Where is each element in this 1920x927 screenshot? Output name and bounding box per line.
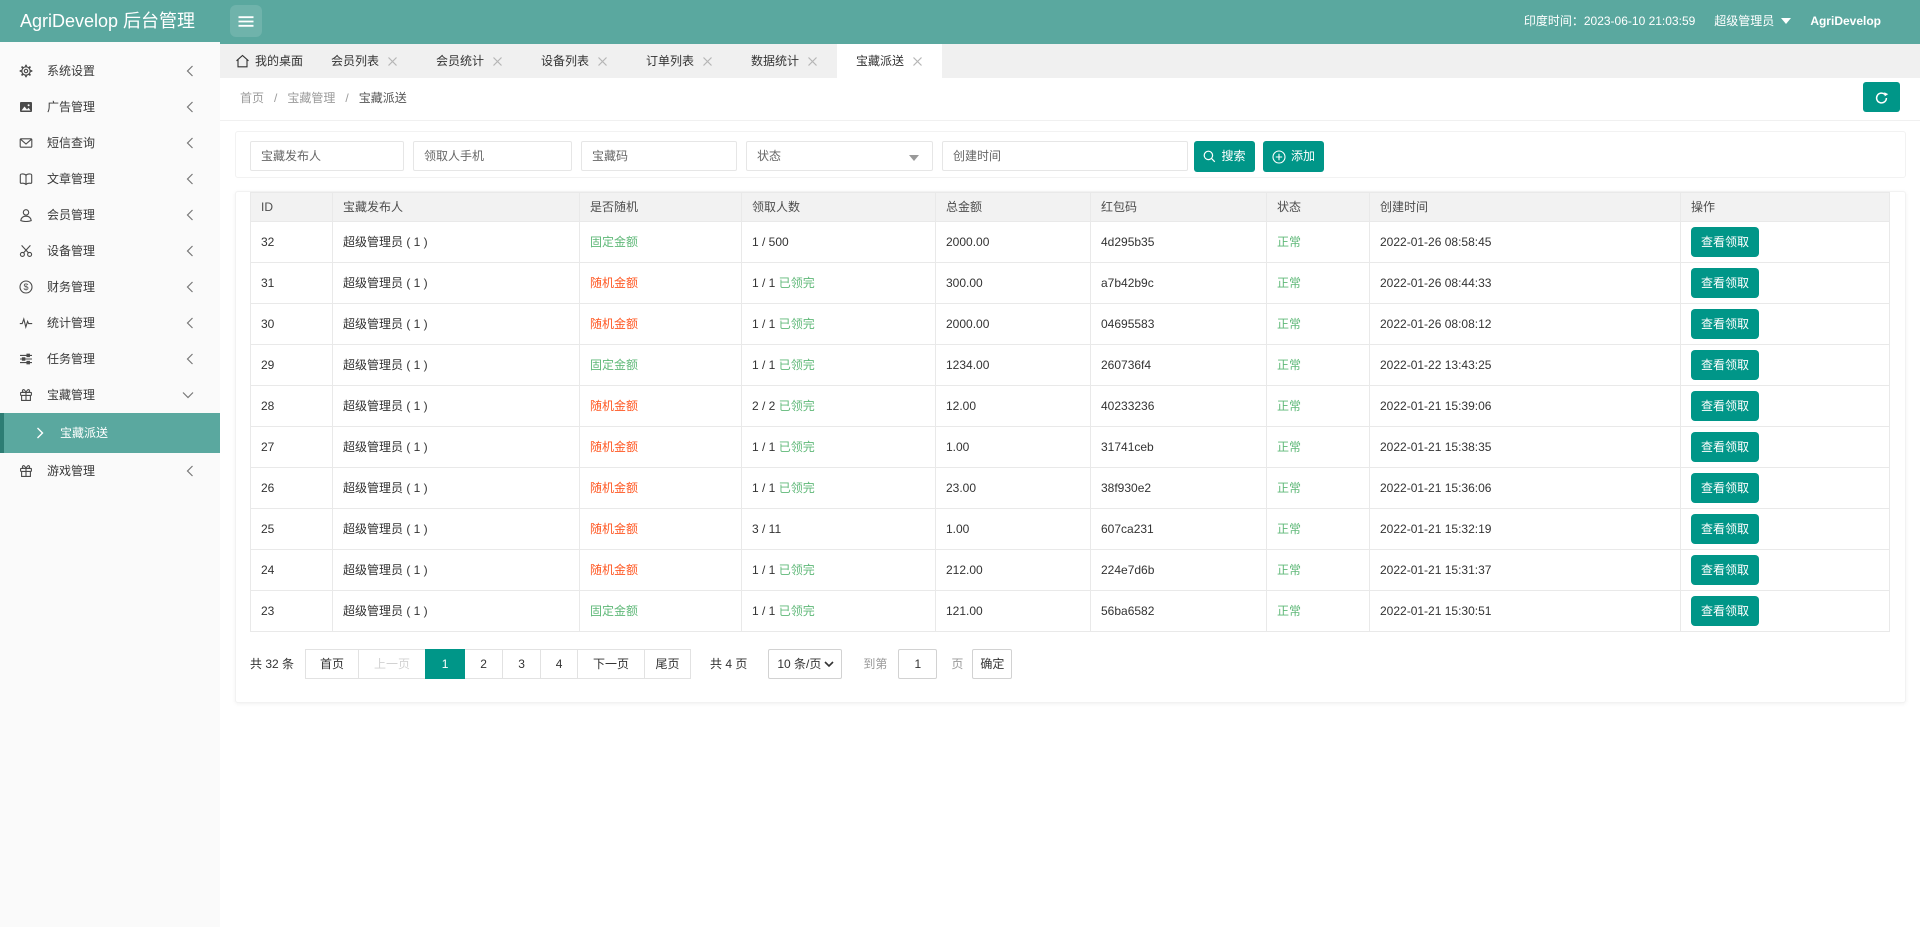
svg-text:$: $ [23, 282, 28, 292]
